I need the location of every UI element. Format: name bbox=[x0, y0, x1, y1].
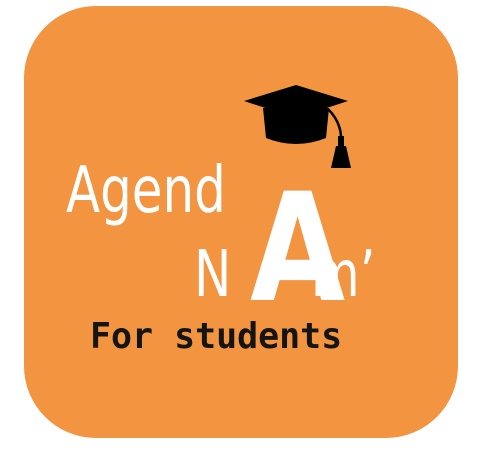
logo-tagline: For students bbox=[90, 316, 342, 358]
logo-word-m-apostrophe: m’ bbox=[311, 237, 375, 312]
logo-word-agend: Agend bbox=[66, 153, 226, 228]
graduation-cap-icon bbox=[244, 85, 351, 168]
logo-letter-n: N bbox=[194, 237, 231, 312]
agendam-logo: Agend A N m’ For students bbox=[66, 85, 375, 358]
app-icon-canvas: Agend A N m’ For students bbox=[0, 0, 477, 453]
